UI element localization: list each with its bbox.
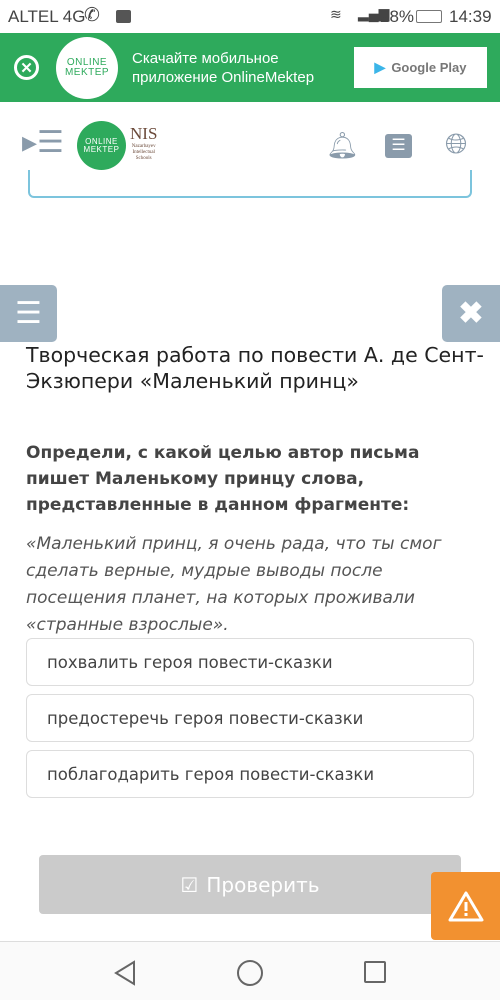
check-label: Проверить xyxy=(206,872,320,897)
answer-option[interactable]: поблагодарить героя повести-сказки xyxy=(26,750,474,798)
nis-sub: Intellectual xyxy=(132,150,155,155)
banner-text-line: Скачайте мобильное xyxy=(132,50,279,67)
nis-logo: NIS Nazarbayev Intellectual Schools xyxy=(130,124,157,162)
check-button[interactable]: ☑ Проверить xyxy=(39,855,461,914)
onlinemektep-logo: ONLINE MEKTEP xyxy=(56,37,118,99)
close-button[interactable]: ✖ xyxy=(442,285,500,342)
hamburger-icon: ☰ xyxy=(15,297,42,330)
onlinemektep-logo[interactable]: ONLINE MEKTEP xyxy=(77,121,126,170)
battery-percent: 28% xyxy=(380,7,415,26)
page-title: Творческая работа по повести А. де Сент-… xyxy=(26,343,484,393)
list-icon[interactable]: ☰ xyxy=(385,134,412,158)
back-icon[interactable] xyxy=(113,960,137,986)
warning-icon xyxy=(448,891,483,922)
battery-icon xyxy=(416,10,442,23)
side-menu-button[interactable]: ☰ xyxy=(0,285,57,342)
banner-text: Скачайте мобильное приложение OnlineMekt… xyxy=(132,49,314,87)
nis-sub: Schools xyxy=(135,156,152,161)
store-label: Google Play xyxy=(391,60,467,75)
checkbox-icon: ☑ xyxy=(180,872,199,897)
answer-option[interactable]: предостеречь героя повести-сказки xyxy=(26,694,474,742)
option-label: поблагодарить героя повести-сказки xyxy=(47,764,375,784)
banner-text-line: приложение OnlineMektep xyxy=(132,69,315,86)
nis-sub: Nazarbayev xyxy=(131,144,156,149)
google-play-button[interactable]: ▶ Google Play xyxy=(354,47,487,88)
close-icon: ✖ xyxy=(458,297,484,330)
quote-text: «Маленький принц, я очень рада, что ты с… xyxy=(26,534,442,635)
close-banner-button[interactable]: ✕ xyxy=(14,55,39,80)
option-label: предостеречь героя повести-сказки xyxy=(47,708,364,728)
question-text: Определи, с какой целью автор письма пиш… xyxy=(26,443,420,515)
android-nav-bar xyxy=(0,941,500,1000)
nis-text: NIS xyxy=(130,124,158,143)
globe-icon[interactable]: 🌐︎ xyxy=(445,128,467,161)
clock: 14:39 xyxy=(449,7,492,26)
answer-option[interactable]: похвалить героя повести-сказки xyxy=(26,638,474,686)
home-icon[interactable] xyxy=(236,959,264,987)
wifi-icon: ≋ xyxy=(330,6,342,22)
card-edge xyxy=(28,170,472,198)
logo-text: MEKTEP xyxy=(64,67,110,78)
report-button[interactable] xyxy=(431,872,500,940)
status-bar: ALTEL 4G ✆ ≋ ▂▄▆ 28% 14:39 xyxy=(0,0,500,33)
logo-text: MEKTEP xyxy=(83,144,120,154)
carrier: ALTEL 4G xyxy=(8,7,86,26)
recents-icon[interactable] xyxy=(363,960,387,984)
app-banner: ✕ ONLINE MEKTEP Скачайте мобильное прилож… xyxy=(0,33,500,102)
play-icon: ▶ xyxy=(374,59,386,75)
whatsapp-icon: ✆ xyxy=(84,5,100,26)
image-icon xyxy=(116,10,131,23)
bell-icon[interactable]: 🔔︎ xyxy=(326,130,359,161)
menu-toggle-icon[interactable]: ▸☰ xyxy=(22,128,64,158)
option-label: похвалить героя повести-сказки xyxy=(47,652,333,672)
